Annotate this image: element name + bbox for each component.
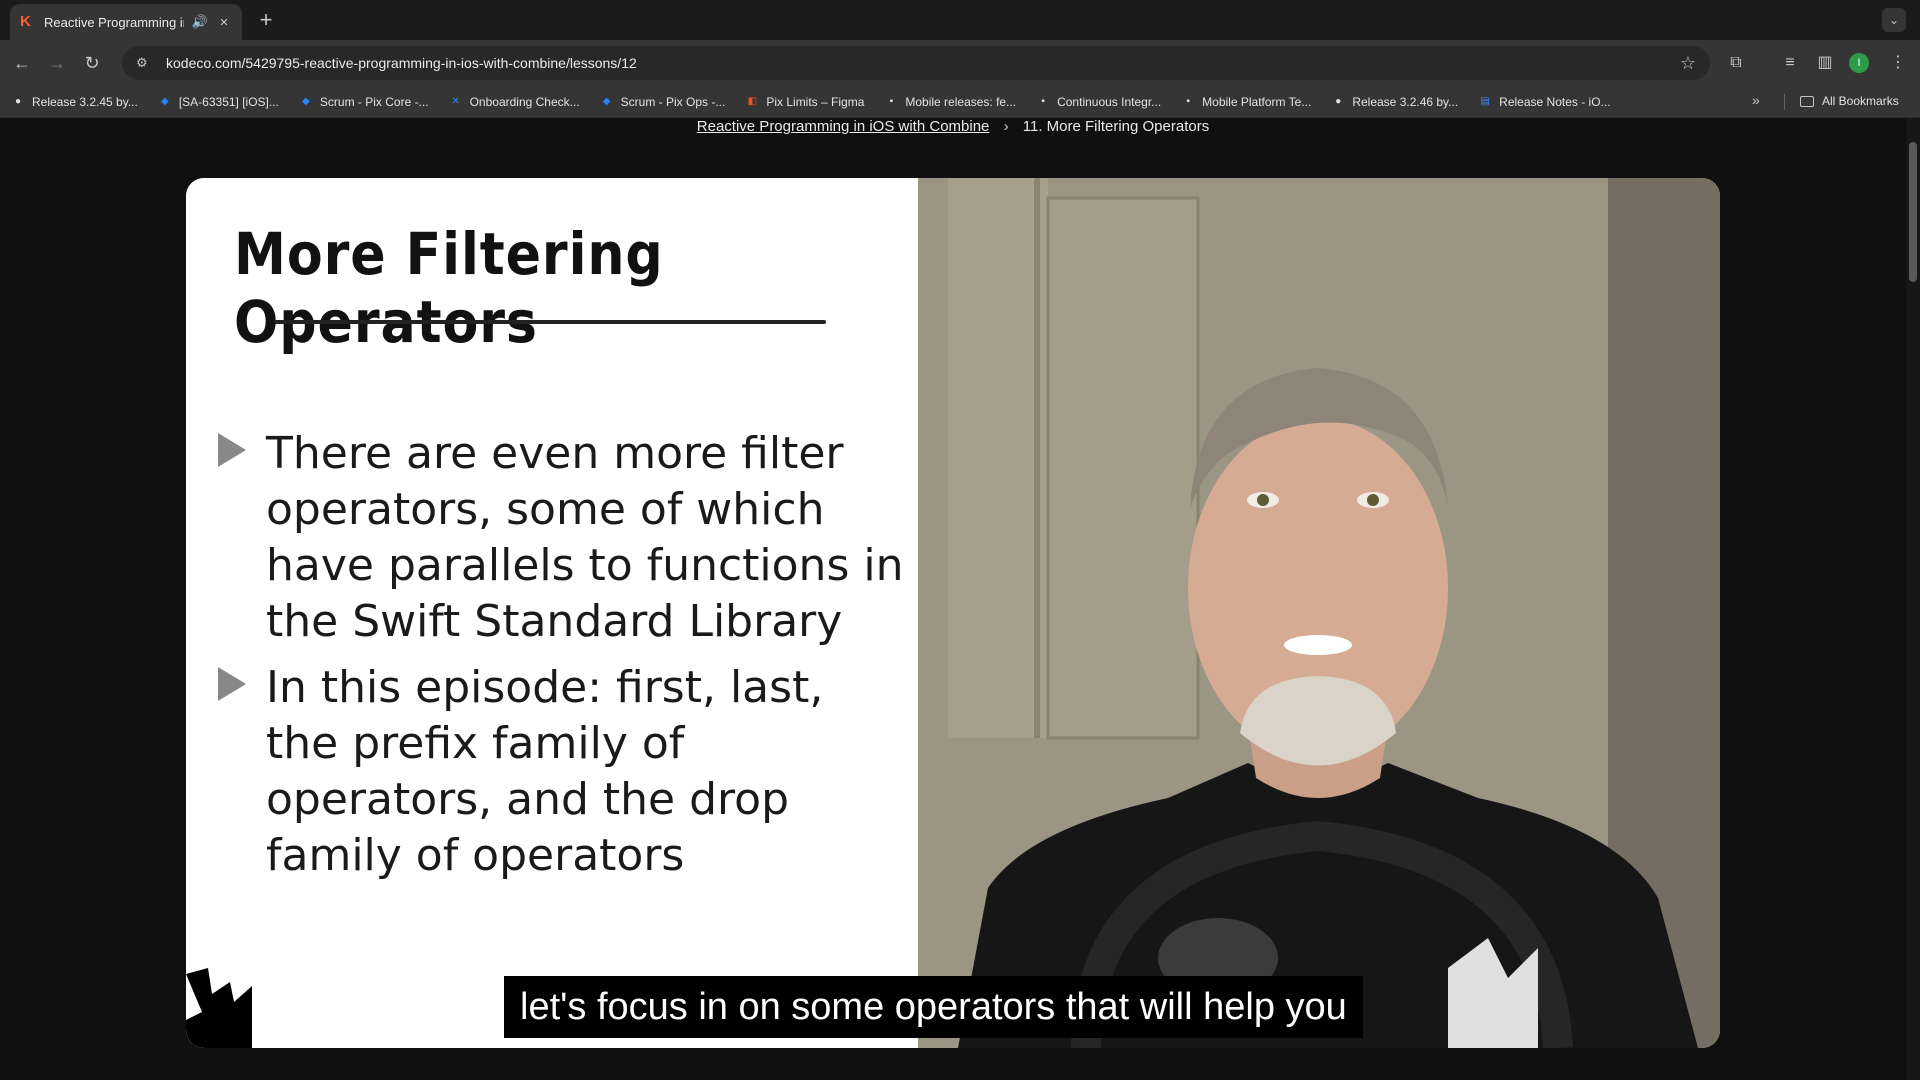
new-tab-button[interactable]: + xyxy=(254,8,278,32)
bookmark-item[interactable]: ◆ Scrum - Pix Ops -... xyxy=(599,94,726,110)
bookmark-item[interactable]: ▤ Release Notes - iO... xyxy=(1477,94,1610,110)
bookmark-label: [SA-63351] [iOS]... xyxy=(178,94,279,109)
forward-arrow-icon[interactable]: → xyxy=(45,51,69,75)
bookmark-item[interactable]: ◆ Scrum - Pix Core -... xyxy=(298,94,429,110)
github-icon: ● xyxy=(1335,95,1342,107)
video-player[interactable]: More Filtering Operators There are even … xyxy=(186,178,1720,1048)
scrollbar-thumb[interactable] xyxy=(1909,142,1917,282)
instructor-figure xyxy=(918,178,1720,1048)
close-icon[interactable]: × xyxy=(216,14,232,31)
bookmark-label: Onboarding Check... xyxy=(469,94,580,109)
docs-icon: ▤ xyxy=(1480,95,1490,107)
bookmark-label: Mobile releases: fe... xyxy=(905,94,1017,109)
bookmark-item[interactable]: ▪ Continuous Integr... xyxy=(1035,94,1161,110)
jira-icon: ◆ xyxy=(160,95,169,107)
page-scrollbar[interactable] xyxy=(1906,118,1920,1080)
ems-icon: ▪ xyxy=(1186,95,1190,107)
breadcrumb-current-lesson: 11. More Filtering Operators xyxy=(1022,118,1210,135)
bookmark-label: Scrum - Pix Ops -... xyxy=(620,94,726,109)
more-bookmarks-chevron-icon[interactable]: » xyxy=(1752,92,1760,108)
folder-icon xyxy=(1800,95,1814,107)
extensions-puzzle-icon[interactable]: ⧉ xyxy=(1724,51,1748,75)
site-settings-icon[interactable]: ⚙ xyxy=(136,55,152,71)
bookmark-star-icon[interactable]: ☆ xyxy=(1680,53,1696,74)
bookmark-item[interactable]: ▪ Mobile Platform Te... xyxy=(1180,94,1311,110)
github-icon: ● xyxy=(14,95,22,107)
bookmark-item[interactable]: ● Release 3.2.45 by... xyxy=(10,94,138,110)
tab-strip: K Reactive Programming in iOS with Combi… xyxy=(0,0,1920,40)
tab-title: Reactive Programming in iOS with Combine xyxy=(43,14,184,30)
figma-icon: ◧ xyxy=(747,95,758,107)
reload-icon[interactable]: ↻ xyxy=(80,51,104,75)
browser-chrome: K Reactive Programming in iOS with Combi… xyxy=(0,0,1920,118)
kodeco-favicon-icon: K xyxy=(20,13,31,30)
bookmark-label: Mobile Platform Te... xyxy=(1202,94,1312,109)
media-controls-icon[interactable]: ≡ xyxy=(1778,51,1802,75)
bookmark-item[interactable]: ✕ Onboarding Check... xyxy=(448,94,580,110)
lesson-slide: More Filtering Operators There are even … xyxy=(186,178,918,1048)
ems-icon: ▪ xyxy=(889,95,894,107)
rw-logo-icon xyxy=(186,968,252,1048)
breadcrumb: Reactive Programming in iOS with Combine… xyxy=(0,118,1906,135)
video-caption: let's focus in on some operators that wi… xyxy=(504,976,1363,1038)
url-text[interactable]: kodeco.com/5429795-reactive-programming-… xyxy=(166,55,1680,71)
tab-search-chevron-icon[interactable]: ⌄ xyxy=(1882,8,1906,32)
confluence-icon: ✕ xyxy=(451,95,460,107)
bookmark-label: Pix Limits – Figma xyxy=(766,94,865,109)
side-panel-icon[interactable]: ▥ xyxy=(1813,51,1837,75)
kebab-menu-icon[interactable]: ⋮ xyxy=(1886,51,1910,75)
slide-bullet-text: In this episode: first, last, the prefix… xyxy=(266,662,824,881)
bookmark-label: Release Notes - iO... xyxy=(1499,94,1611,109)
back-arrow-icon[interactable]: ← xyxy=(10,51,34,75)
jira-icon: ◆ xyxy=(302,95,310,107)
all-bookmarks-button[interactable]: All Bookmarks xyxy=(1800,94,1899,108)
speaker-icon[interactable]: 🔊 xyxy=(192,14,208,30)
bookmark-label: Release 3.2.45 by... xyxy=(32,94,138,109)
bullet-arrow-icon xyxy=(218,433,246,467)
all-bookmarks-label: All Bookmarks xyxy=(1822,94,1899,108)
slide-title-underline xyxy=(274,320,826,324)
bookmarks-divider xyxy=(1784,94,1785,110)
bullet-arrow-icon xyxy=(218,667,246,701)
bookmark-label: Continuous Integr... xyxy=(1057,94,1162,109)
breadcrumb-course-link[interactable]: Reactive Programming in iOS with Combine xyxy=(697,118,990,135)
chevron-right-icon: › xyxy=(1003,118,1009,135)
bookmark-label: Release 3.2.46 by... xyxy=(1352,94,1459,109)
address-bar[interactable]: ⚙ kodeco.com/5429795-reactive-programmin… xyxy=(122,46,1710,80)
bookmark-item[interactable]: ▪ Mobile releases: fe... xyxy=(883,94,1017,110)
slide-bullet: There are even more filter operators, so… xyxy=(218,426,906,650)
bookmark-item[interactable]: ◆ [SA-63351] [iOS]... xyxy=(157,94,279,110)
slide-bullet: In this episode: first, last, the prefix… xyxy=(218,660,906,884)
profile-avatar[interactable]: I xyxy=(1849,53,1869,73)
active-tab[interactable]: K Reactive Programming in iOS with Combi… xyxy=(10,4,242,40)
bookmark-item[interactable]: ● Release 3.2.46 by... xyxy=(1330,94,1458,110)
slide-bullet-text: There are even more filter operators, so… xyxy=(266,428,904,647)
toolbar: ← → ↻ ⚙ kodeco.com/5429795-reactive-prog… xyxy=(0,40,1920,86)
bookmark-item[interactable]: ◧ Pix Limits – Figma xyxy=(744,94,865,110)
bookmark-label: Scrum - Pix Core -... xyxy=(319,94,429,109)
ems-icon: ▪ xyxy=(1041,95,1045,107)
bookmarks-bar: ● Release 3.2.45 by... ◆ [SA-63351] [iOS]..… xyxy=(0,86,1920,118)
jira-icon: ◆ xyxy=(602,95,611,107)
slide-title: More Filtering Operators xyxy=(234,220,664,356)
instructor-webcam xyxy=(918,178,1720,1048)
page-content: Reactive Programming in iOS with Combine… xyxy=(0,118,1920,1080)
